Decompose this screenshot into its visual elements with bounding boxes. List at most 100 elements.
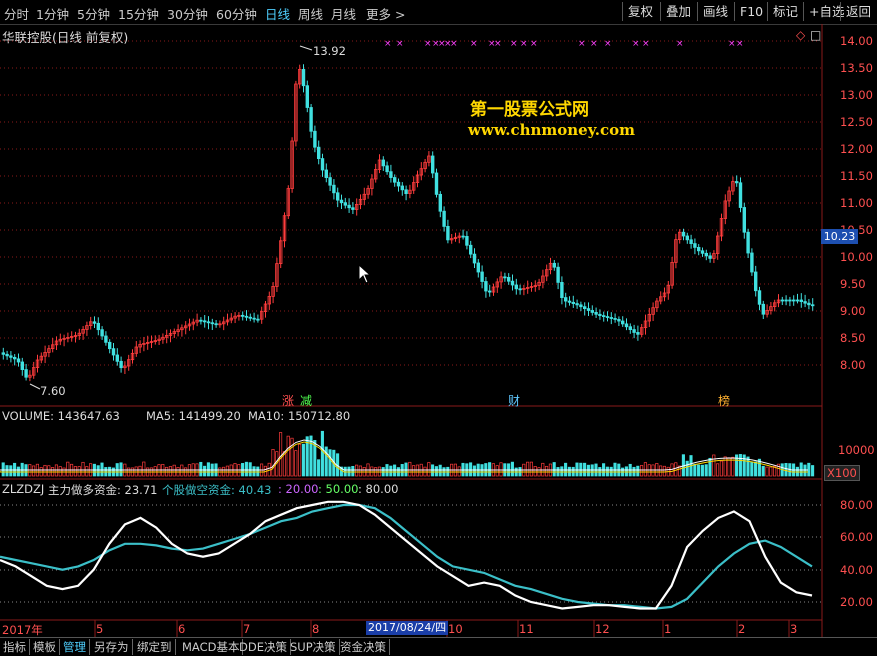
- candle-body: [605, 316, 610, 318]
- chart-canvas[interactable]: × × × ×××× × ×× × × × × × × × × × × ×: [0, 0, 877, 655]
- candle-body: [784, 299, 788, 302]
- volume-bar: [271, 449, 275, 477]
- volume-bar: [279, 432, 283, 477]
- tab-dde-decision[interactable]: DDE决策: [236, 639, 291, 655]
- volume-bars: [0, 430, 815, 477]
- x-tick-label: 3: [790, 622, 798, 636]
- candle-body: [438, 193, 442, 212]
- price-tick-label: 11.00: [840, 196, 873, 210]
- volume-bar: [552, 462, 556, 477]
- mouse-cursor-icon: [358, 264, 372, 284]
- bottom-tab-bar: 指标 模板 管理 另存为 绑定到 MACD基本 DDE决策 SUP决策 资金决策: [0, 637, 877, 656]
- candle-body: [343, 202, 347, 206]
- volume-bar: [712, 454, 716, 477]
- candle-body: [20, 361, 24, 370]
- candle-body: [248, 316, 252, 319]
- candle-body: [700, 250, 705, 254]
- magenta-x-mark: ×: [510, 39, 518, 49]
- volume-bar: [317, 459, 321, 477]
- volume-bar: [545, 465, 549, 477]
- tab-template[interactable]: 模板: [30, 639, 60, 655]
- candle-body: [621, 320, 625, 325]
- short-fund-line: [0, 503, 813, 610]
- tab-sup-decision[interactable]: SUP决策: [287, 639, 340, 655]
- candle-body: [313, 130, 317, 148]
- volume-bar: [636, 465, 640, 477]
- magenta-x-mark: ×: [590, 39, 598, 49]
- candle-body: [214, 323, 218, 326]
- tab-manage[interactable]: 管理: [60, 639, 90, 655]
- candle-body: [757, 290, 762, 305]
- volume-bar: [301, 443, 305, 477]
- indicator-level20-label: : 20.00: [278, 482, 319, 496]
- magenta-x-mark: ×: [632, 39, 640, 49]
- candle-body: [484, 281, 488, 292]
- candle-body: [309, 107, 313, 132]
- tab-fund-decision[interactable]: 资金决策: [337, 639, 390, 655]
- candle-body: [742, 207, 746, 233]
- x-tick-label: 8: [312, 622, 320, 636]
- watermark-title: 第一股票公式网: [470, 100, 589, 120]
- indicator-tick-label: 40.00: [840, 563, 873, 577]
- price-tick-label: 8.00: [840, 358, 866, 372]
- volume-bar: [119, 462, 123, 477]
- tab-save-as[interactable]: 另存为: [91, 639, 133, 655]
- volume-bar: [16, 466, 20, 477]
- candle-body: [693, 243, 697, 248]
- volume-bar: [9, 465, 13, 477]
- tab-macd-basic[interactable]: MACD基本: [179, 639, 244, 655]
- tab-indicator[interactable]: 指标: [0, 639, 30, 655]
- candle-body: [708, 255, 712, 259]
- volume-bar: [351, 465, 355, 477]
- volume-bar: [488, 462, 492, 477]
- candle-body: [746, 231, 750, 254]
- candle-body: [697, 246, 701, 252]
- volume-bar: [142, 461, 146, 477]
- volume-bar: [225, 465, 229, 477]
- volume-bar: [1, 462, 5, 477]
- candle-body: [780, 299, 784, 302]
- event-mark-zhang[interactable]: 涨: [282, 392, 294, 409]
- candle-body: [385, 165, 389, 173]
- volume-bar: [674, 462, 678, 477]
- volume-bar: [719, 460, 723, 477]
- price-tick-label: 11.50: [840, 169, 873, 183]
- candle-body: [594, 311, 598, 315]
- event-mark-jian[interactable]: 减: [300, 392, 312, 409]
- candle-body: [111, 348, 116, 356]
- event-mark-bang[interactable]: 榜: [718, 392, 730, 409]
- diamond-icon[interactable]: ◇: [796, 28, 805, 42]
- candle-body: [96, 322, 100, 331]
- square-icon[interactable]: □: [810, 28, 821, 42]
- event-mark-cai[interactable]: 财: [508, 392, 520, 409]
- x-tick-label: 1: [664, 622, 672, 636]
- high-price-label: 13.92: [313, 44, 346, 58]
- volume-bar: [73, 466, 77, 477]
- candle-body: [244, 315, 249, 318]
- volume-bar: [320, 430, 324, 477]
- volume-bar: [32, 465, 36, 477]
- volume-bar: [168, 466, 172, 477]
- candle-body: [301, 69, 306, 87]
- volume-bar: [206, 462, 210, 477]
- volume-bar: [643, 462, 647, 477]
- x-tick-label: 10: [448, 622, 463, 636]
- candle-body: [571, 301, 575, 305]
- candle-body: [1, 352, 5, 355]
- volume-bar: [742, 454, 746, 477]
- volume-bar: [499, 462, 503, 477]
- volume-bar: [761, 465, 765, 477]
- volume-bar: [370, 466, 374, 477]
- candle-body: [316, 146, 321, 159]
- indicator-tick-label: 80.00: [840, 498, 873, 512]
- candle-body: [567, 300, 572, 303]
- tab-bind-to[interactable]: 绑定到: [134, 639, 176, 655]
- x-tick-label: 2: [738, 622, 746, 636]
- x-tick-label: 12: [595, 622, 610, 636]
- candle-body: [332, 184, 336, 194]
- price-tick-label: 10.00: [840, 250, 873, 264]
- candle-body: [560, 281, 564, 298]
- candle-body: [750, 252, 754, 273]
- indicator-main-label: 主力做多资金: 23.71: [48, 483, 158, 497]
- high-pointer-line: [299, 45, 313, 51]
